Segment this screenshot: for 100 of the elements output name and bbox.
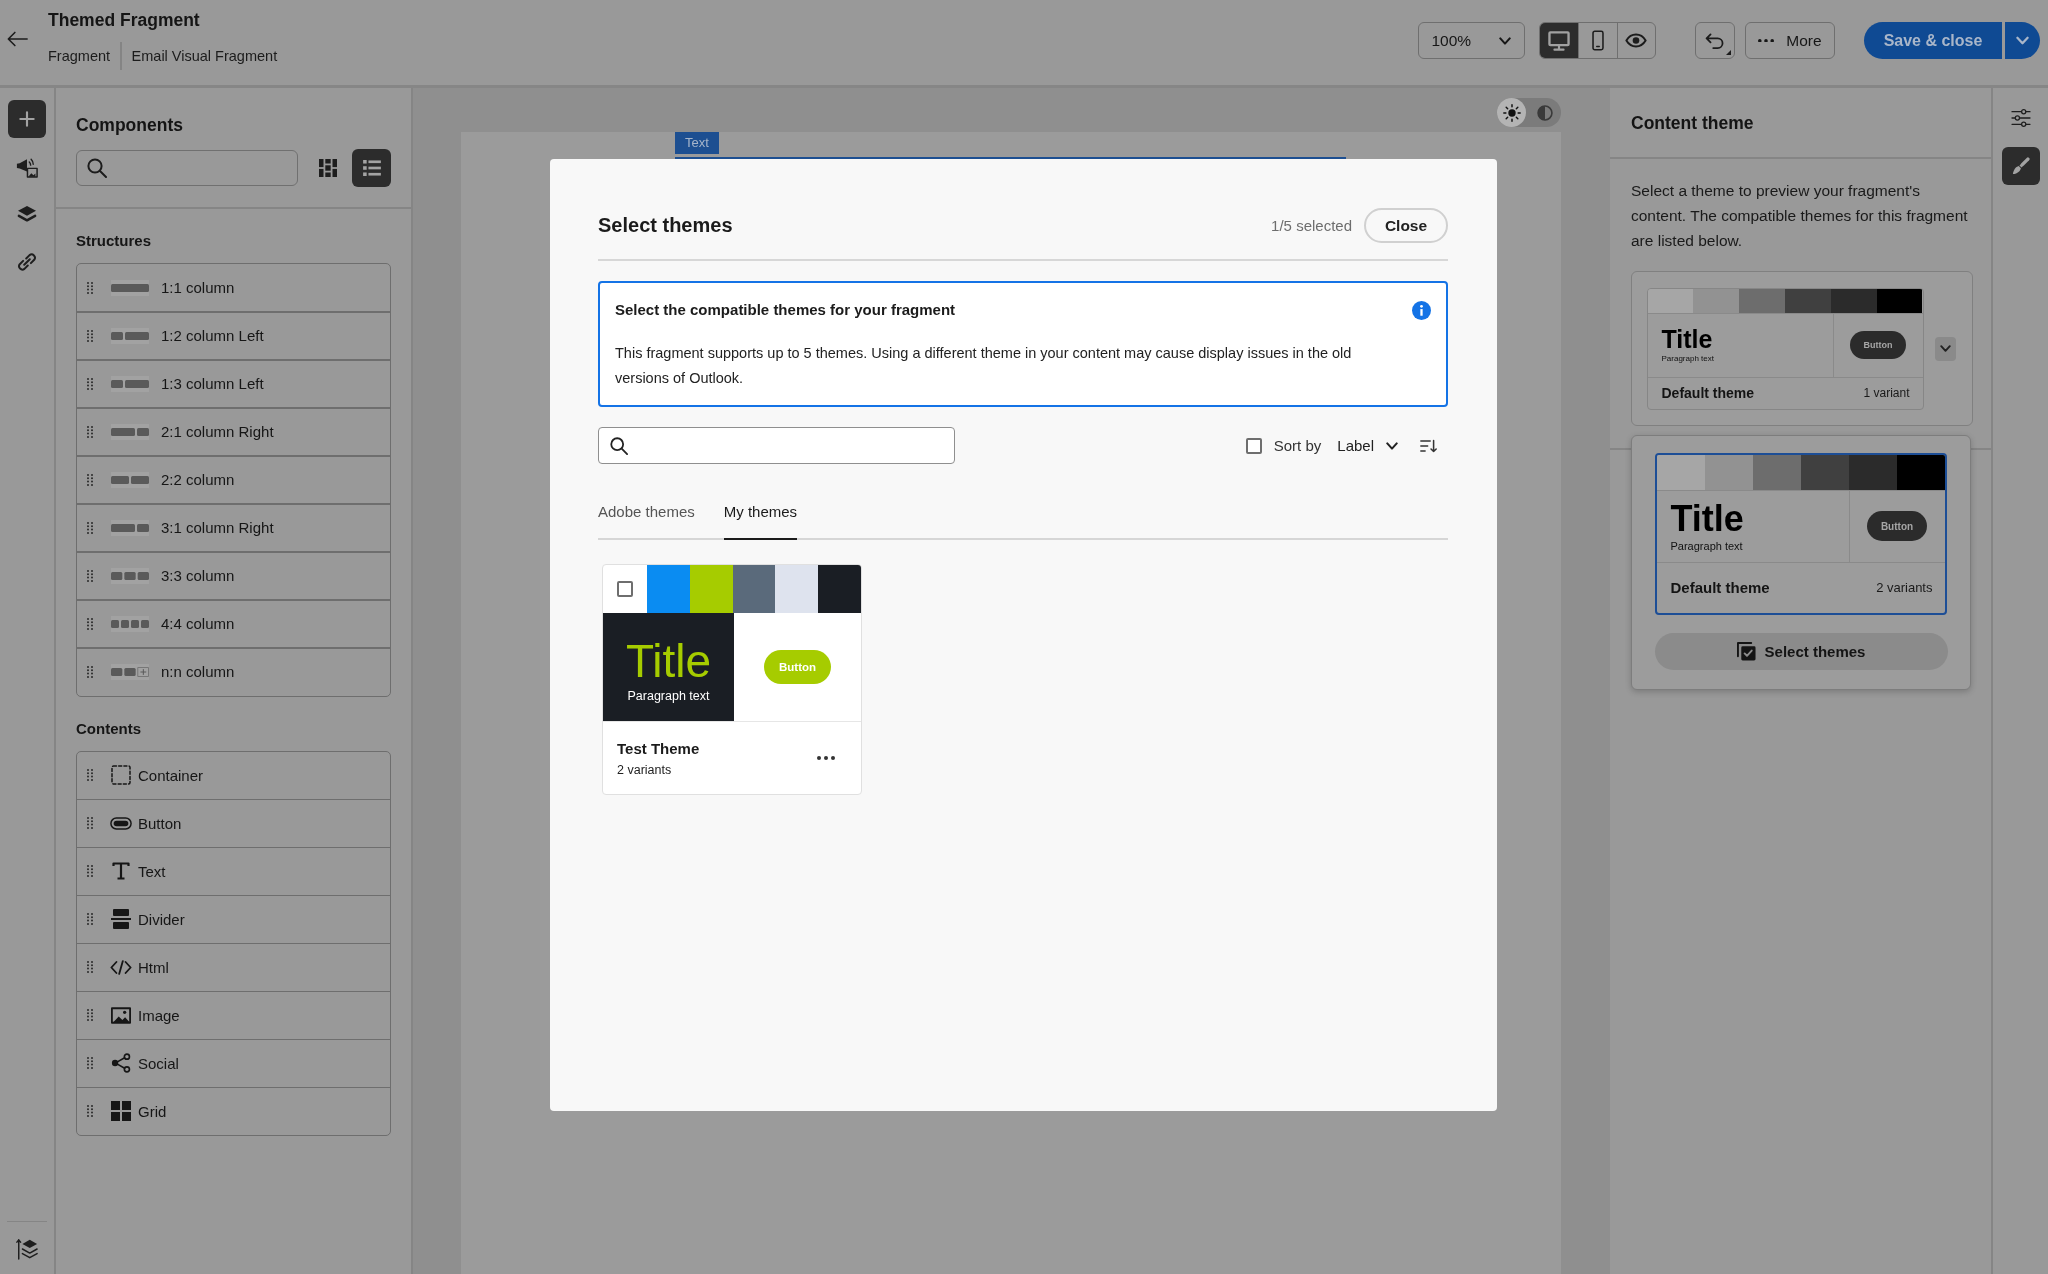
appearance-toggle[interactable] (1497, 98, 1561, 127)
block-label: Text (675, 132, 719, 154)
close-button[interactable]: Close (1364, 208, 1448, 243)
theme-checkbox[interactable] (617, 581, 633, 597)
list-view-button[interactable] (352, 149, 391, 187)
sort-label: Sort by (1273, 437, 1322, 454)
content-item[interactable]: Grid (76, 1086, 391, 1136)
section-title: Structures (76, 231, 153, 251)
structure-item[interactable]: 1:1 column (76, 263, 391, 313)
list-icon (362, 160, 381, 176)
undo-button[interactable] (1695, 22, 1735, 59)
column-layout-icon (111, 663, 149, 680)
dashed-square-icon (111, 765, 131, 786)
column-layout-icon (111, 471, 149, 488)
theme-card[interactable]: Title Paragraph text Button Test Theme 2 variants (602, 564, 862, 795)
divider-icon (111, 909, 131, 930)
undo-icon (1705, 32, 1725, 49)
structure-item[interactable]: 1:2 column Left (76, 311, 391, 361)
add-button[interactable] (8, 100, 46, 138)
appearance-option[interactable] (1497, 98, 1526, 127)
variant-count: 2 variants (617, 762, 673, 777)
structure-item[interactable]: 3:3 column (76, 551, 391, 601)
drag-handle-icon (87, 961, 93, 974)
plus-icon (19, 111, 35, 127)
theme-dropdown-button[interactable] (1934, 336, 1956, 361)
content-item[interactable]: Container (76, 750, 391, 800)
structure-item[interactable]: 1:3 column Left (76, 359, 391, 409)
preview-button: Button (1867, 511, 1927, 541)
drag-handle-icon (87, 769, 93, 782)
image-icon (111, 1006, 131, 1024)
drag-handle-icon (87, 865, 93, 878)
back-arrow-icon[interactable] (7, 31, 28, 47)
zoom-dropdown[interactable]: 100% (1417, 22, 1525, 59)
content-item[interactable]: Text (76, 846, 391, 896)
layers-icon (17, 205, 37, 223)
info-icon (1412, 301, 1431, 320)
search-field[interactable] (76, 150, 298, 186)
structure-item[interactable]: 2:1 column Right (76, 407, 391, 457)
search-field[interactable] (598, 427, 955, 464)
tab[interactable]: Adobe themes (598, 491, 695, 540)
layers-arrow-icon[interactable] (16, 1238, 38, 1260)
notice-title: Select the compatible themes for your fragment (615, 300, 957, 320)
drag-handle-icon (87, 569, 93, 582)
sort-dropdown[interactable]: Label (1337, 437, 1398, 454)
drag-handle-icon (87, 377, 93, 390)
more-button[interactable]: More (1745, 22, 1835, 59)
search-icon (610, 436, 628, 455)
search-icon (87, 158, 107, 178)
document-title: Themed Fragment (48, 9, 201, 32)
preview-button: Button (763, 650, 831, 684)
structure-item[interactable]: 4:4 column (76, 599, 391, 649)
structure-item[interactable]: n:n column (76, 647, 391, 697)
contrast-icon (1536, 104, 1553, 121)
column-layout-icon (111, 519, 149, 536)
chevron-down-icon (1498, 36, 1511, 45)
panel-title: Content theme (1631, 111, 1754, 135)
drag-handle-icon (87, 329, 93, 342)
preview-title: Title (625, 637, 712, 685)
more-icon[interactable] (817, 756, 835, 760)
content-item[interactable]: Social (76, 1038, 391, 1088)
panel-description: Select a theme to preview your fragment's content. The compatible themes for this fragment are listed below. (1631, 181, 1969, 251)
select-themes-button[interactable]: Select themes (1654, 632, 1948, 670)
theme-card[interactable]: Title Paragraph text Button Default theme 1 variant (1646, 287, 1924, 410)
drag-handle-icon (87, 521, 93, 534)
structure-item[interactable]: 3:1 column Right (76, 503, 391, 553)
monitor-icon (1547, 30, 1570, 51)
preview-title: Title (1670, 500, 1745, 537)
select-all-checkbox[interactable] (1245, 437, 1262, 454)
theme-button[interactable] (2001, 147, 2040, 185)
drag-handle-icon (87, 817, 93, 830)
content-item[interactable]: Image (76, 990, 391, 1040)
chevron-down-icon (2016, 36, 2029, 45)
structure-item[interactable]: 2:2 column (76, 455, 391, 505)
dialog-title: Select themes (598, 214, 733, 237)
preview-paragraph: Paragraph text (627, 689, 710, 703)
save-close-button[interactable]: Save & close (1864, 22, 2002, 59)
theme-card[interactable]: Title Paragraph text Button Default theme 2 variants (1654, 452, 1947, 615)
content-item[interactable]: Divider (76, 894, 391, 944)
preview-title: Title (1661, 327, 1714, 352)
column-layout-icon (111, 567, 149, 584)
checkbox-stack-icon (1736, 641, 1756, 661)
chevron-down-icon (1386, 441, 1398, 450)
drag-handle-icon (87, 1105, 93, 1118)
content-item[interactable]: Button (76, 798, 391, 848)
content-item[interactable]: Html (76, 942, 391, 992)
sort-order-icon[interactable] (1420, 438, 1437, 453)
save-options-button[interactable] (2005, 22, 2040, 59)
column-layout-icon (111, 423, 149, 440)
grid-icon (111, 1101, 131, 1122)
drag-handle-icon (87, 281, 93, 294)
preview-button: Button (1850, 331, 1906, 359)
theme-name: Default theme (1661, 385, 1755, 401)
breadcrumb[interactable]: Fragment (48, 46, 111, 66)
more-icon (1758, 38, 1775, 43)
desktop-view-button[interactable] (1539, 23, 1578, 58)
sun-icon (1502, 103, 1521, 122)
tab[interactable]: My themes (723, 491, 798, 540)
section-title: Contents (76, 718, 142, 739)
sliders-icon (2010, 109, 2031, 127)
breadcrumb[interactable]: Email Visual Fragment (131, 46, 278, 66)
